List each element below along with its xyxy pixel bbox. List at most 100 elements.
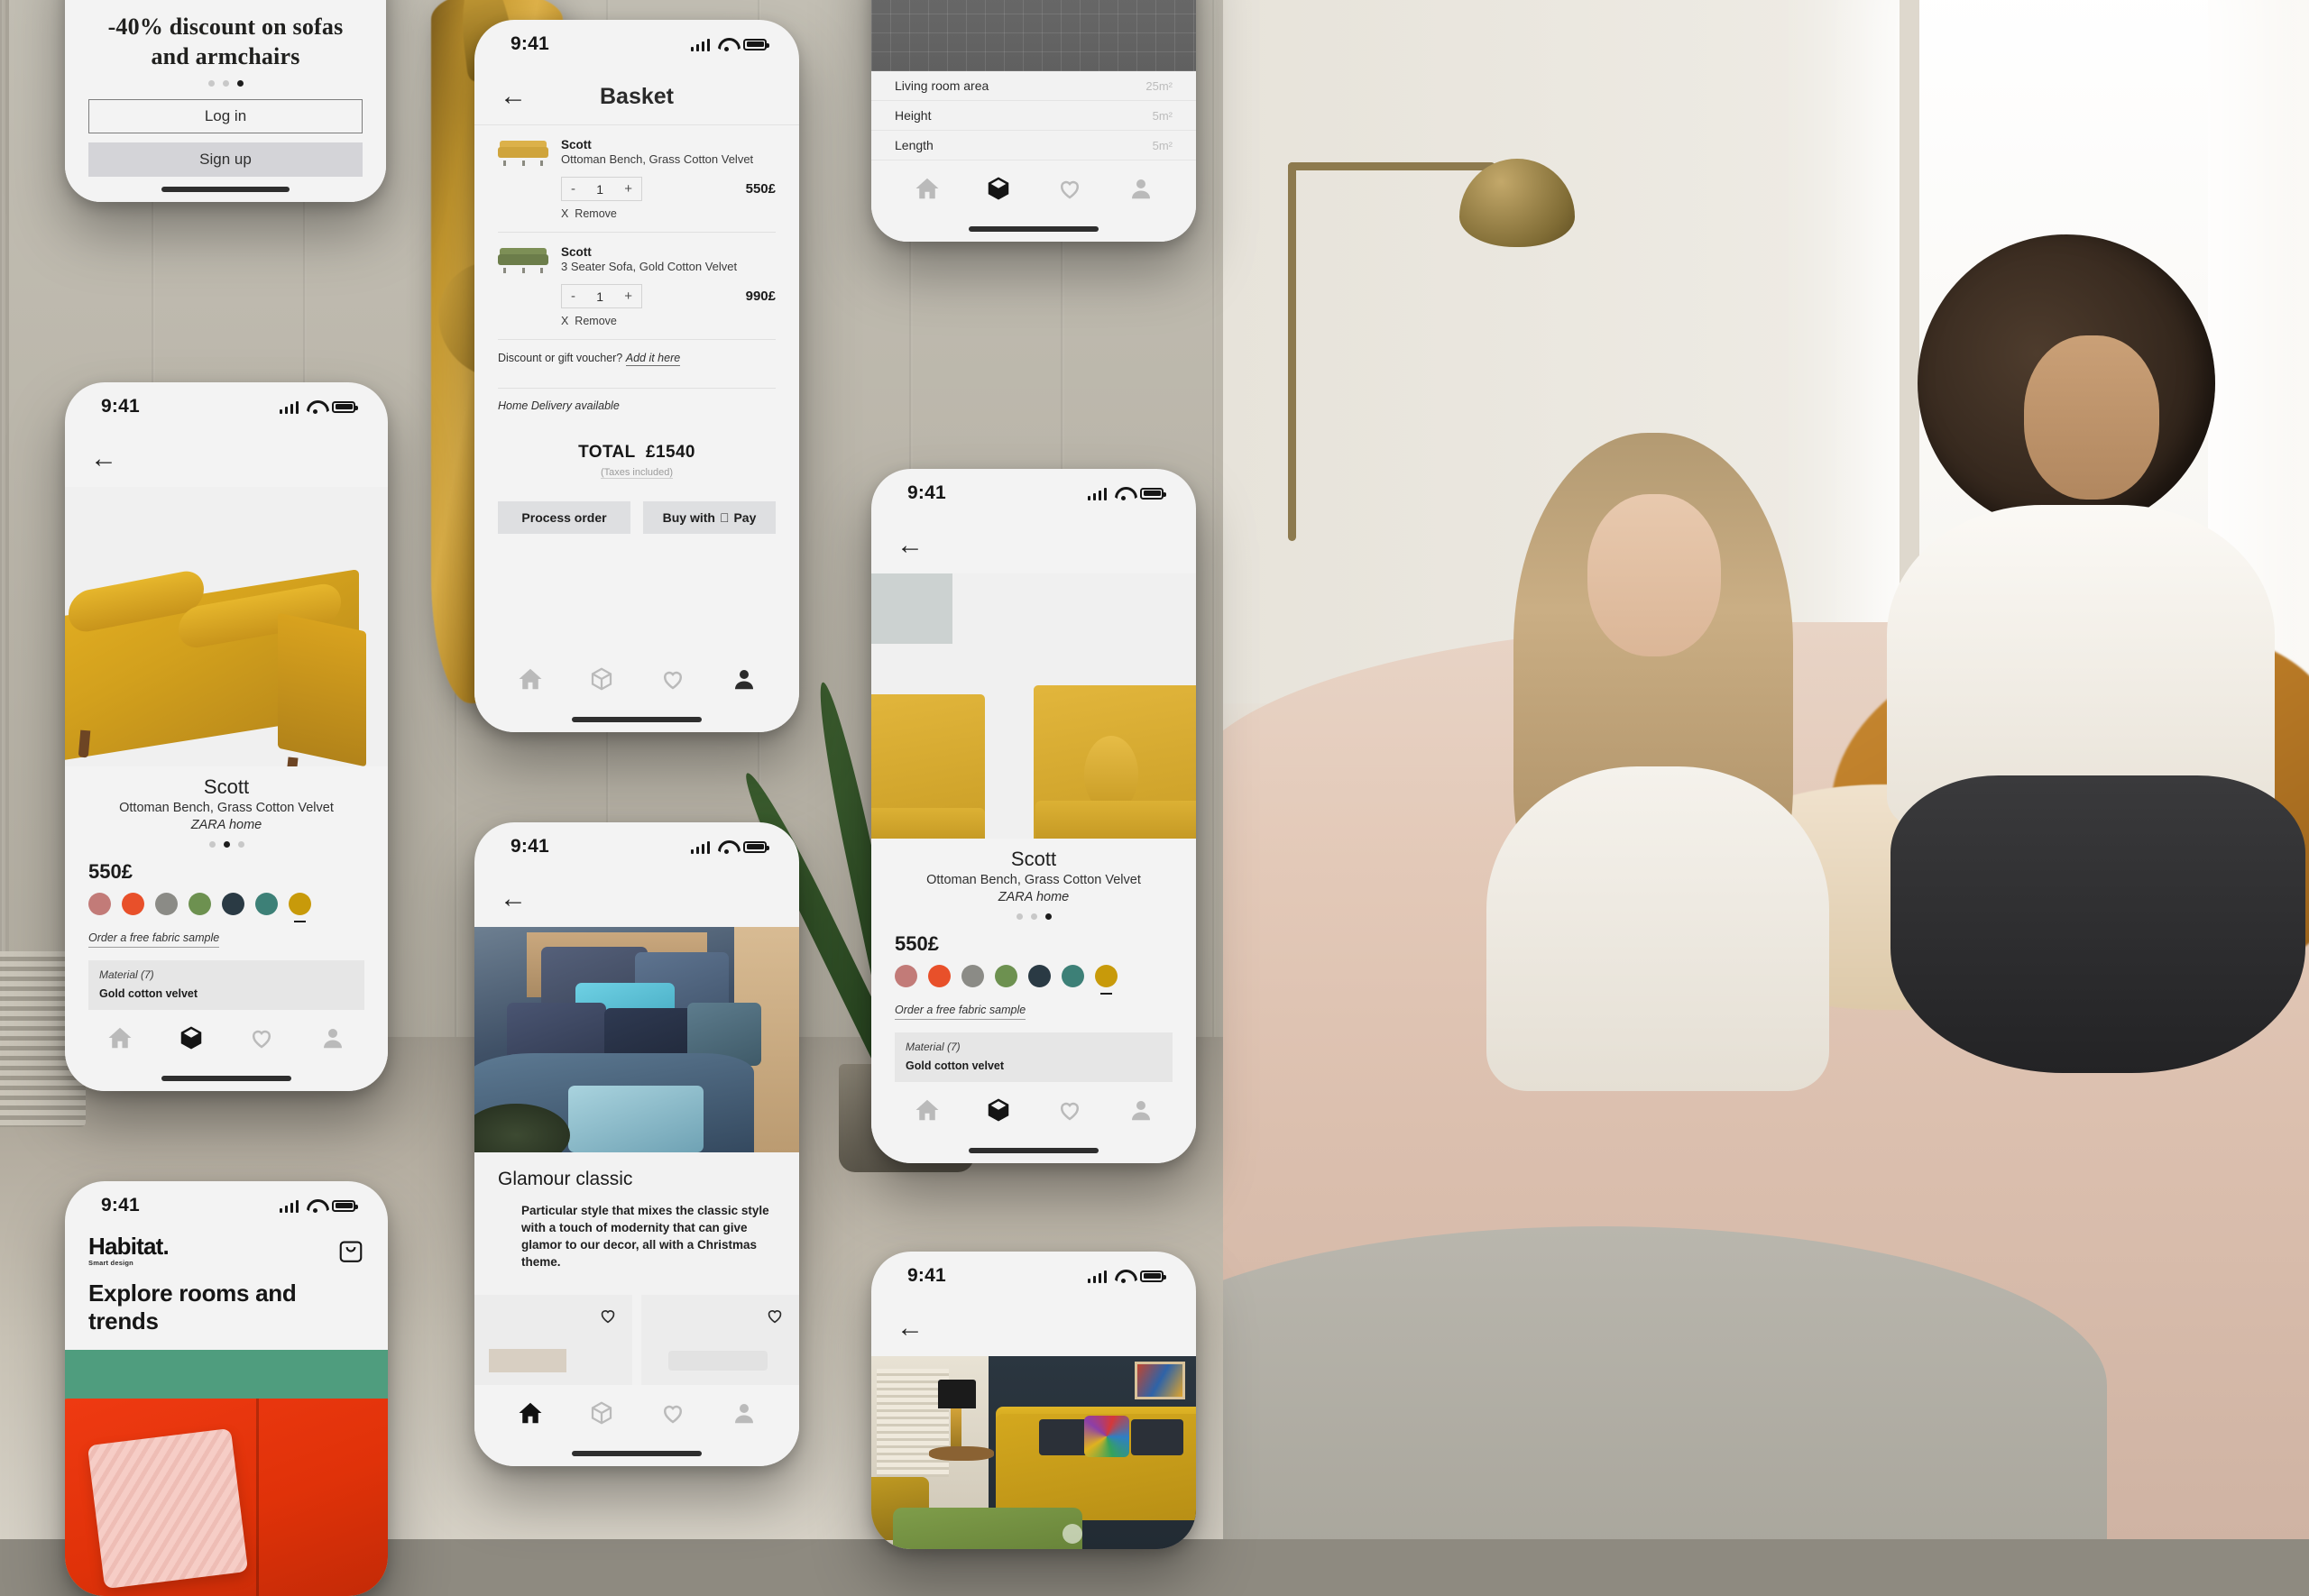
voucher-row: Discount or gift voucher? Add it here	[498, 340, 776, 376]
swatch-green[interactable]	[995, 965, 1017, 987]
swatch-grey[interactable]	[155, 893, 178, 915]
swatch-navy[interactable]	[222, 893, 244, 915]
tab-wishlist-icon[interactable]	[246, 1023, 277, 1053]
tab-home-icon[interactable]	[105, 1023, 135, 1053]
fabric-sample-link[interactable]: Order a free fabric sample	[88, 931, 219, 948]
material-panel: Material (7) Gold cotton velvet	[88, 960, 364, 1010]
tab-account-icon[interactable]	[317, 1023, 348, 1053]
tab-account-icon[interactable]	[1126, 1095, 1156, 1125]
fabric-sample-link[interactable]: Order a free fabric sample	[895, 1004, 1026, 1020]
back-arrow-icon[interactable]: ←	[498, 81, 529, 112]
quantity-decrement[interactable]: -	[571, 289, 575, 304]
tab-home-icon[interactable]	[515, 664, 546, 694]
product-detail-screen-left: 9:41 ← Scott Ottoman Bench, Grass Cotton…	[65, 382, 388, 1091]
tab-products-icon[interactable]	[586, 1398, 617, 1428]
tab-products-icon[interactable]	[176, 1023, 207, 1053]
tab-products-icon[interactable]	[983, 1095, 1014, 1125]
cellular-signal-icon	[280, 1199, 299, 1213]
tab-home-icon[interactable]	[515, 1398, 546, 1428]
material-value: Gold cotton velvet	[99, 987, 354, 1000]
item-name: Scott	[561, 138, 753, 151]
tab-bar	[871, 1082, 1196, 1138]
tab-wishlist-icon[interactable]	[658, 1398, 688, 1428]
hotspot-marker[interactable]	[1063, 1524, 1082, 1544]
tab-bar	[474, 1385, 799, 1441]
swatch-grey[interactable]	[961, 965, 984, 987]
basket-item-list: Scott Ottoman Bench, Grass Cotton Velvet…	[474, 125, 799, 651]
remove-item-button[interactable]: X Remove	[498, 315, 776, 327]
swatch-dusty-rose[interactable]	[895, 965, 917, 987]
shopping-bag-icon[interactable]	[337, 1235, 364, 1264]
taxes-note: (Taxes included)	[601, 467, 673, 479]
heart-outline-icon[interactable]	[598, 1306, 618, 1325]
swatch-orange-red[interactable]	[928, 965, 951, 987]
related-card[interactable]	[474, 1295, 632, 1385]
measurement-value: 5m²	[1153, 139, 1173, 152]
material-label: Material (7)	[99, 968, 354, 981]
swatch-gold[interactable]	[1095, 965, 1118, 987]
promo-login-screen: -40% discount on sofas and armchairs Log…	[65, 0, 386, 202]
measurement-row[interactable]: Living room area 25m²	[871, 71, 1196, 101]
swatch-teal[interactable]	[255, 893, 278, 915]
tab-wishlist-icon[interactable]	[658, 664, 688, 694]
swatch-dusty-rose[interactable]	[88, 893, 111, 915]
glamour-title: Glamour classic	[498, 1169, 776, 1190]
swatch-orange-red[interactable]	[122, 893, 144, 915]
tab-account-icon[interactable]	[729, 1398, 759, 1428]
tab-account-icon[interactable]	[1126, 173, 1156, 204]
tab-home-icon[interactable]	[912, 173, 943, 204]
tab-products-icon[interactable]	[586, 664, 617, 694]
quantity-decrement[interactable]: -	[571, 181, 575, 197]
ar-camera-view[interactable]	[871, 0, 1196, 71]
floor-lamp-stem	[1288, 162, 1296, 541]
card-thumbnail	[668, 1351, 768, 1371]
quantity-increment[interactable]: +	[624, 289, 632, 304]
process-order-button[interactable]: Process order	[498, 501, 630, 534]
swatch-teal[interactable]	[1062, 965, 1084, 987]
color-swatch-list	[895, 965, 1173, 987]
product-thumbnail	[498, 248, 548, 273]
back-arrow-icon[interactable]: ←	[88, 444, 119, 474]
item-description: Ottoman Bench, Grass Cotton Velvet	[561, 152, 753, 166]
tab-products-icon[interactable]	[983, 173, 1014, 204]
home-indicator	[65, 1066, 388, 1091]
remove-item-button[interactable]: X Remove	[498, 207, 776, 220]
basket-screen: 9:41 ← Basket Scott Ottoman Bench, Grass…	[474, 20, 799, 732]
product-carousel-dots	[895, 913, 1173, 920]
swatch-navy[interactable]	[1028, 965, 1051, 987]
tab-home-icon[interactable]	[912, 1095, 943, 1125]
item-name: Scott	[561, 245, 737, 259]
item-price: 990£	[746, 289, 776, 304]
apple-pay-button[interactable]: Buy with  Pay	[643, 501, 776, 534]
tab-bar	[65, 1010, 388, 1066]
quantity-increment[interactable]: +	[624, 181, 632, 197]
tab-wishlist-icon[interactable]	[1054, 173, 1085, 204]
quantity-stepper[interactable]: - 1 +	[561, 284, 642, 308]
measurement-row[interactable]: Length 5m²	[871, 131, 1196, 161]
back-arrow-icon[interactable]: ←	[895, 1313, 925, 1344]
heart-outline-icon[interactable]	[765, 1306, 785, 1325]
glamour-description: Particular style that mixes the classic …	[498, 1202, 776, 1271]
home-indicator	[871, 216, 1196, 242]
swatch-gold[interactable]	[289, 893, 311, 915]
habitat-hero-image	[65, 1350, 388, 1596]
status-time: 9:41	[511, 836, 549, 858]
status-bar: 9:41	[65, 1181, 388, 1230]
status-time: 9:41	[907, 1265, 946, 1287]
color-swatch-list	[88, 893, 364, 915]
swatch-green[interactable]	[189, 893, 211, 915]
home-indicator	[65, 177, 386, 202]
tab-account-icon[interactable]	[729, 664, 759, 694]
tab-bar	[871, 161, 1196, 216]
product-subtitle: Ottoman Bench, Grass Cotton Velvet	[88, 800, 364, 818]
signup-button[interactable]: Sign up	[88, 142, 363, 177]
back-arrow-icon[interactable]: ←	[895, 530, 925, 561]
measurement-row[interactable]: Height 5m²	[871, 101, 1196, 131]
quantity-stepper[interactable]: - 1 +	[561, 177, 642, 201]
back-arrow-icon[interactable]: ←	[498, 884, 529, 914]
login-button[interactable]: Log in	[88, 99, 363, 133]
related-card[interactable]	[641, 1295, 799, 1385]
voucher-link[interactable]: Add it here	[626, 352, 680, 366]
tab-wishlist-icon[interactable]	[1054, 1095, 1085, 1125]
cellular-signal-icon	[691, 38, 711, 51]
